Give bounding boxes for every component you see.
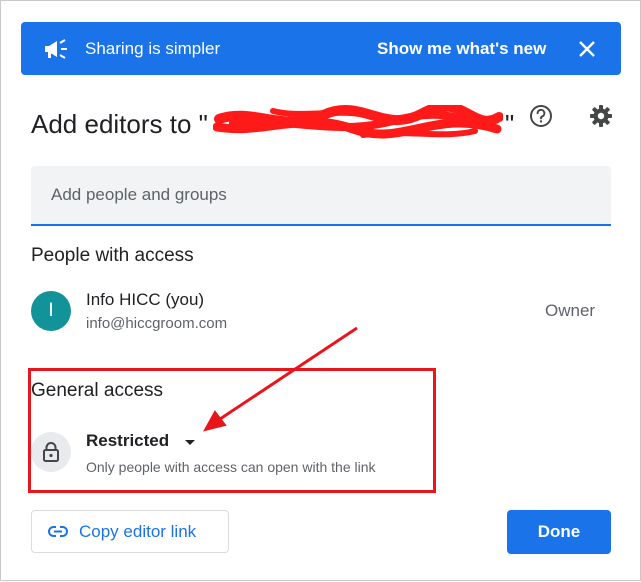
caret-down-icon[interactable] bbox=[184, 437, 196, 447]
access-level-dropdown[interactable]: Restricted bbox=[86, 431, 169, 451]
show-whats-new-link[interactable]: Show me what's new bbox=[377, 38, 546, 60]
copy-editor-link-label: Copy editor link bbox=[79, 522, 197, 541]
close-icon[interactable] bbox=[575, 37, 599, 61]
dialog-title-prefix: Add editors to " bbox=[31, 109, 208, 139]
sharing-banner: Sharing is simpler Show me what's new bbox=[21, 22, 621, 75]
person-name: Info HICC (you) bbox=[86, 290, 205, 309]
general-access-heading: General access bbox=[31, 380, 164, 401]
banner-message: Sharing is simpler bbox=[85, 39, 221, 58]
link-icon bbox=[48, 526, 68, 537]
avatar: I bbox=[31, 291, 71, 331]
megaphone-icon bbox=[45, 39, 67, 59]
help-icon[interactable] bbox=[528, 103, 554, 129]
access-description: Only people with access can open with th… bbox=[86, 459, 376, 475]
add-people-input[interactable] bbox=[31, 166, 611, 226]
lock-icon bbox=[43, 442, 59, 462]
settings-icon[interactable] bbox=[588, 103, 614, 129]
people-with-access-heading: People with access bbox=[31, 245, 194, 266]
lock-icon-container bbox=[31, 432, 71, 472]
dialog-title: Add editors to " " bbox=[31, 105, 515, 145]
share-dialog: Sharing is simpler Show me what's new Ad… bbox=[0, 0, 641, 581]
redacted-filename bbox=[213, 105, 503, 139]
person-role: Owner bbox=[545, 301, 596, 320]
dialog-title-suffix: " bbox=[505, 109, 515, 139]
copy-editor-link-button[interactable]: Copy editor link bbox=[31, 510, 229, 553]
person-email: info@hiccgroom.com bbox=[86, 315, 228, 332]
done-button[interactable]: Done bbox=[507, 510, 611, 554]
